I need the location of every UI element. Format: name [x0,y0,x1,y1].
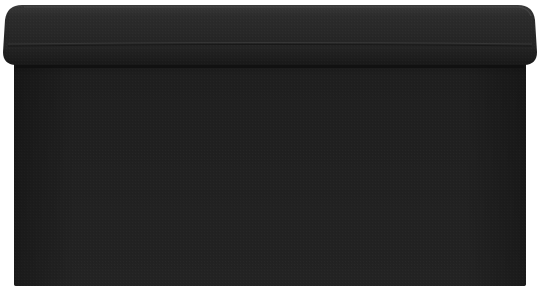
ottoman-body [14,58,526,286]
ottoman-lid [3,5,537,65]
ottoman-illustration [3,5,537,286]
product-photo [0,0,540,288]
